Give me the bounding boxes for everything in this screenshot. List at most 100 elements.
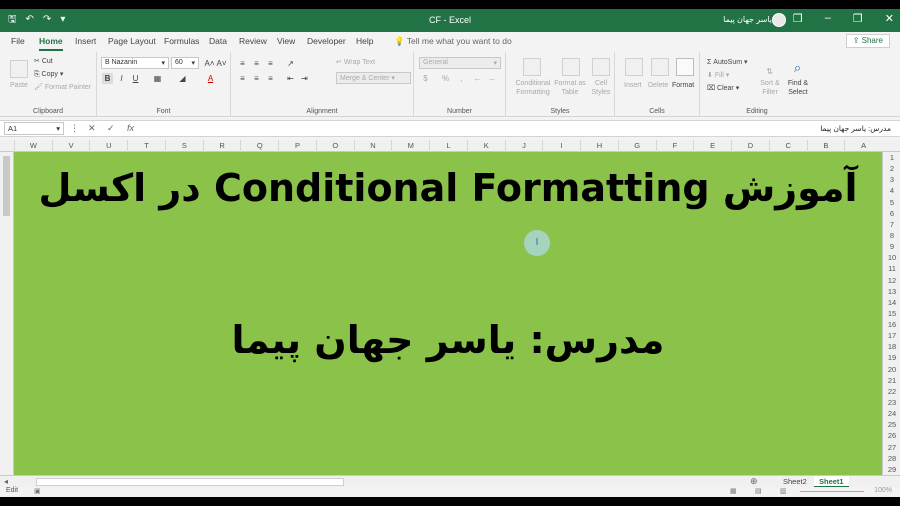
horizontal-scrollbar[interactable]: [36, 478, 344, 486]
column-header-d[interactable]: D: [731, 140, 769, 152]
shrink-font-icon[interactable]: A˅: [216, 58, 227, 69]
share-button[interactable]: ⇪ Share: [845, 34, 890, 48]
fill-color-icon[interactable]: ◢: [177, 73, 188, 84]
column-header-j[interactable]: J: [504, 140, 543, 152]
clear-button[interactable]: ⌧ Clear ▾: [707, 84, 739, 92]
grow-font-icon[interactable]: A˄: [204, 58, 215, 69]
cell-styles-icon[interactable]: [592, 58, 610, 76]
formula-input[interactable]: مدرس: یاسر جهان پیما: [148, 122, 894, 135]
zoom-slider[interactable]: [800, 491, 864, 492]
zoom-level[interactable]: 100%: [874, 487, 892, 494]
column-header-u[interactable]: U: [89, 140, 127, 152]
row-header-20[interactable]: 20: [883, 364, 900, 375]
restore-icon[interactable]: ❐: [853, 12, 863, 25]
column-header-q[interactable]: Q: [240, 140, 278, 152]
align-right-icon[interactable]: ≡: [265, 73, 276, 84]
row-header-12[interactable]: 12: [883, 275, 900, 286]
row-header-7[interactable]: 7: [883, 219, 900, 230]
cut-button[interactable]: ✂ Cut: [34, 57, 53, 65]
tell-me-box[interactable]: 💡 Tell me what you want to do: [394, 36, 512, 47]
tab-home[interactable]: Home: [39, 36, 63, 51]
name-box[interactable]: A1 ▾: [4, 122, 64, 135]
scrollbar-thumb[interactable]: [3, 156, 10, 216]
fill-button[interactable]: ⬇ Fill ▾: [707, 71, 729, 79]
page-break-view-icon[interactable]: ▥: [780, 487, 787, 495]
column-header-k[interactable]: K: [466, 140, 505, 152]
row-header-10[interactable]: 10: [883, 252, 900, 263]
column-header-w[interactable]: W: [14, 140, 52, 152]
row-header-15[interactable]: 15: [883, 308, 900, 319]
tab-page-layout[interactable]: Page Layout: [108, 36, 156, 46]
column-header-h[interactable]: H: [580, 140, 618, 152]
row-header-1[interactable]: 1: [883, 152, 900, 163]
column-header-v[interactable]: V: [51, 140, 90, 152]
vertical-scrollbar[interactable]: [0, 152, 14, 475]
row-header-23[interactable]: 23: [883, 397, 900, 408]
row-header-22[interactable]: 22: [883, 386, 900, 397]
row-header-17[interactable]: 17: [883, 330, 900, 341]
column-header-r[interactable]: R: [202, 140, 241, 152]
percent-icon[interactable]: %: [440, 73, 451, 84]
ribbon-display-icon[interactable]: ❒: [793, 12, 803, 25]
row-header-16[interactable]: 16: [883, 319, 900, 330]
row-header-24[interactable]: 24: [883, 408, 900, 419]
row-header-9[interactable]: 9: [883, 241, 900, 252]
cancel-icon[interactable]: ✕: [88, 123, 96, 134]
align-bottom-icon[interactable]: ≡: [265, 58, 276, 69]
tab-help[interactable]: Help: [356, 36, 373, 46]
font-name-select[interactable]: B Nazanin ▾: [101, 57, 169, 69]
delete-cells-icon[interactable]: [651, 58, 669, 76]
row-header-26[interactable]: 26: [883, 430, 900, 441]
row-header-13[interactable]: 13: [883, 286, 900, 297]
row-header-5[interactable]: 5: [883, 197, 900, 208]
sort-filter-icon[interactable]: ⇅: [764, 66, 775, 77]
row-header-28[interactable]: 28: [883, 453, 900, 464]
column-header-p[interactable]: P: [278, 140, 316, 152]
tab-insert[interactable]: Insert: [75, 36, 96, 46]
row-header-4[interactable]: 4: [883, 185, 900, 196]
font-size-select[interactable]: 60 ▾: [171, 57, 199, 69]
more-options-icon[interactable]: ⋮: [70, 123, 79, 134]
insert-function-icon[interactable]: fx: [127, 123, 134, 133]
increase-indent-icon[interactable]: ⇥: [299, 73, 310, 84]
row-header-18[interactable]: 18: [883, 341, 900, 352]
worksheet-grid[interactable]: آموزش Conditional Formatting در اکسل مدر…: [14, 152, 882, 475]
column-header-b[interactable]: B: [806, 140, 845, 152]
row-header-3[interactable]: 3: [883, 174, 900, 185]
number-format-select[interactable]: General ▾: [419, 57, 501, 69]
close-icon[interactable]: ✕: [885, 12, 894, 25]
currency-icon[interactable]: $: [420, 73, 431, 84]
column-header-e[interactable]: E: [693, 140, 731, 152]
column-header-c[interactable]: C: [768, 140, 807, 152]
format-cells-icon[interactable]: [676, 58, 694, 76]
minimize-icon[interactable]: –: [825, 12, 831, 25]
row-header-19[interactable]: 19: [883, 352, 900, 363]
borders-icon[interactable]: ▦: [152, 73, 163, 84]
font-color-button[interactable]: A: [205, 73, 216, 84]
column-header-m[interactable]: M: [391, 140, 429, 152]
column-header-t[interactable]: T: [127, 140, 165, 152]
insert-cells-icon[interactable]: [625, 58, 643, 76]
row-header-27[interactable]: 27: [883, 442, 900, 453]
align-center-icon[interactable]: ≡: [251, 73, 262, 84]
align-middle-icon[interactable]: ≡: [251, 58, 262, 69]
decrease-decimal-icon[interactable]: →: [486, 73, 497, 84]
comma-icon[interactable]: ,: [456, 73, 467, 84]
column-header-s[interactable]: S: [164, 140, 203, 152]
conditional-formatting-icon[interactable]: [523, 58, 541, 76]
merge-center-button[interactable]: Merge & Center ▾: [336, 72, 411, 84]
enter-icon[interactable]: ✓: [107, 123, 115, 134]
align-left-icon[interactable]: ≡: [237, 73, 248, 84]
tab-data[interactable]: Data: [209, 36, 227, 46]
tab-developer[interactable]: Developer: [307, 36, 346, 46]
column-header-f[interactable]: F: [655, 140, 694, 152]
column-header-l[interactable]: L: [429, 140, 467, 152]
format-as-table-icon[interactable]: [562, 58, 580, 76]
align-top-icon[interactable]: ≡: [237, 58, 248, 69]
row-header-29[interactable]: 29: [883, 464, 900, 475]
column-header-i[interactable]: I: [542, 140, 580, 152]
column-header-g[interactable]: G: [617, 140, 656, 152]
tab-view[interactable]: View: [277, 36, 295, 46]
copy-button[interactable]: ⎘ Copy ▾: [34, 70, 63, 79]
column-header-a[interactable]: A: [844, 140, 882, 152]
